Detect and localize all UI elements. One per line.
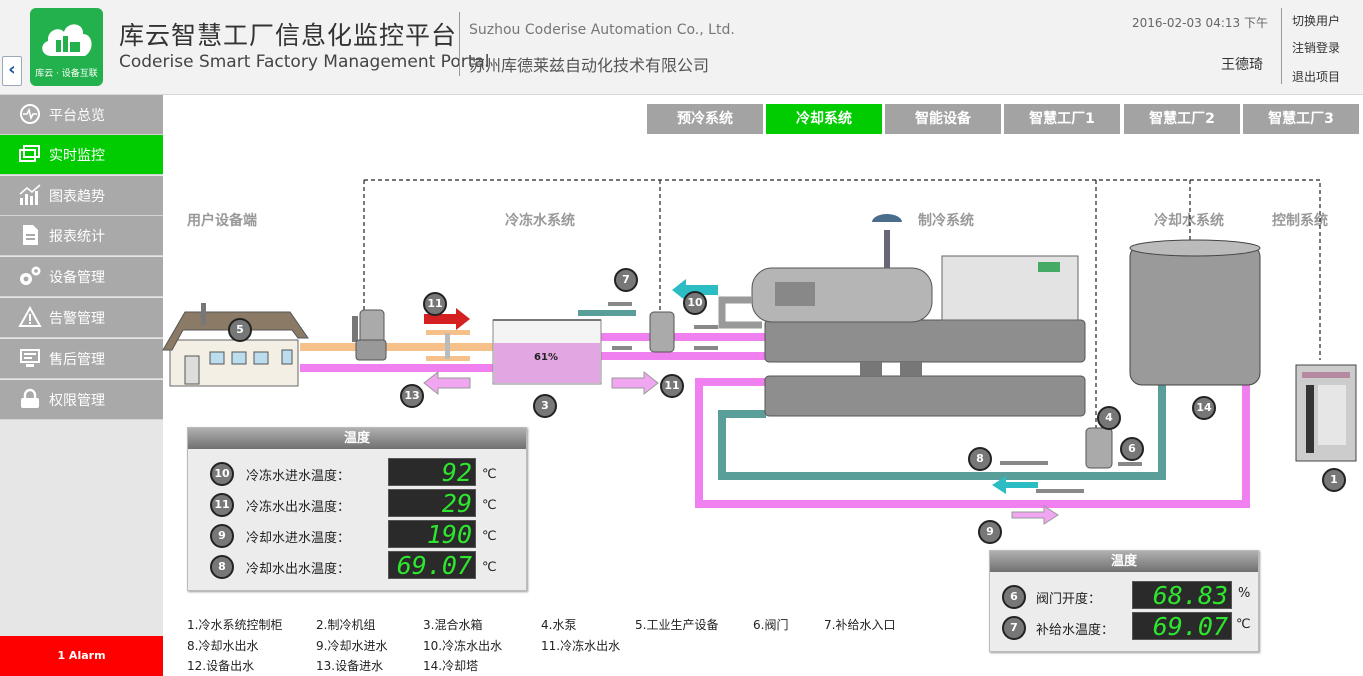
pump <box>649 311 675 353</box>
row-label: 补给水温度： <box>1036 623 1115 638</box>
legend-item: 3.混合水箱 <box>423 618 483 632</box>
panel-title: 温度 <box>188 428 526 449</box>
marker-3: 3 <box>533 394 557 418</box>
legend-item: 9.冷却水进水 <box>316 639 388 653</box>
unit: % <box>1238 586 1251 601</box>
lcd-readout: 69.07 <box>388 551 476 580</box>
marker-9: 9 <box>978 520 1002 544</box>
return-water-pipe <box>300 343 495 351</box>
row-label: 冷却水进水温度： <box>246 531 351 546</box>
unit: ℃ <box>482 467 497 482</box>
pump <box>1085 427 1113 469</box>
row-label: 冷冻水进水温度： <box>246 469 351 484</box>
temp-row: 8 冷却水出水温度： 69.07 ℃ <box>188 551 526 581</box>
temp-row: 9 冷却水进水温度： 190 ℃ <box>188 520 526 550</box>
marker-5: 5 <box>228 318 252 342</box>
legend-item: 6.阀门 <box>753 618 789 632</box>
marker-10: 10 <box>683 291 707 315</box>
unit: ℃ <box>482 498 497 513</box>
marker-1: 1 <box>1322 468 1346 492</box>
legend-item: 1.冷水系统控制柜 <box>187 618 283 632</box>
unit: ℃ <box>482 529 497 544</box>
row-label: 阀门开度： <box>1036 592 1102 607</box>
temp-row: 10 冷冻水进水温度： 92 ℃ <box>188 458 526 488</box>
row-marker: 6 <box>1002 585 1026 609</box>
row-marker: 7 <box>1002 616 1026 640</box>
marker-11: 11 <box>660 374 684 398</box>
row-marker: 10 <box>210 462 234 486</box>
legend-item: 5.工业生产设备 <box>635 618 719 632</box>
tank-level-text: 61% <box>534 352 558 363</box>
lcd-readout: 29 <box>388 489 476 518</box>
legend-item: 13.设备进水 <box>316 659 384 673</box>
row-marker: 8 <box>210 555 234 579</box>
unit: ℃ <box>1236 617 1251 632</box>
marker-6: 6 <box>1120 437 1144 461</box>
chiller-unit <box>718 214 1086 417</box>
legend-item: 4.水泵 <box>541 618 577 632</box>
lcd-readout: 190 <box>388 520 476 549</box>
valve-row: 6 阀门开度： 68.83 % <box>990 581 1258 611</box>
legend-item: 8.冷却水出水 <box>187 639 259 653</box>
legend-item: 12.设备出水 <box>187 659 255 673</box>
lcd-readout: 92 <box>388 458 476 487</box>
marker-8: 8 <box>968 447 992 471</box>
valve-row: 7 补给水温度： 69.07 ℃ <box>990 612 1258 642</box>
lcd-readout: 69.07 <box>1132 612 1232 641</box>
row-marker: 11 <box>210 493 234 517</box>
arrow-right-icon <box>611 370 659 396</box>
pump <box>352 309 387 361</box>
lcd-readout: 68.83 <box>1132 581 1232 610</box>
marker-7: 7 <box>614 268 638 292</box>
temperature-panel: 温度 10 冷冻水进水温度： 92 ℃ 11 冷冻水出水温度： 29 ℃ 9 冷… <box>187 427 527 591</box>
factory-building <box>162 303 309 387</box>
panel-title: 温度 <box>990 551 1258 572</box>
row-label: 冷却水出水温度： <box>246 562 351 577</box>
valve-temperature-panel: 温度 6 阀门开度： 68.83 % 7 补给水温度： 69.07 ℃ <box>989 550 1259 652</box>
marker-12: 11 <box>423 292 447 316</box>
legend-item: 7.补给水入口 <box>824 618 896 632</box>
legend-item: 14.冷却塔 <box>423 659 479 673</box>
temp-row: 11 冷冻水出水温度： 29 ℃ <box>188 489 526 519</box>
arrow-left-icon <box>423 370 471 396</box>
marker-14: 14 <box>1192 396 1216 420</box>
arrow-right-icon <box>1011 505 1059 525</box>
control-cabinet <box>1295 364 1357 462</box>
marker-13: 13 <box>400 384 424 408</box>
legend-item: 11.冷冻水出水 <box>541 639 621 653</box>
row-marker: 9 <box>210 524 234 548</box>
unit: ℃ <box>482 560 497 575</box>
marker-4: 4 <box>1097 406 1121 430</box>
legend-item: 10.冷冻水出水 <box>423 639 503 653</box>
legend-item: 2.制冷机组 <box>316 618 376 632</box>
cooling-tower <box>1129 239 1261 386</box>
row-label: 冷冻水出水温度： <box>246 500 351 515</box>
